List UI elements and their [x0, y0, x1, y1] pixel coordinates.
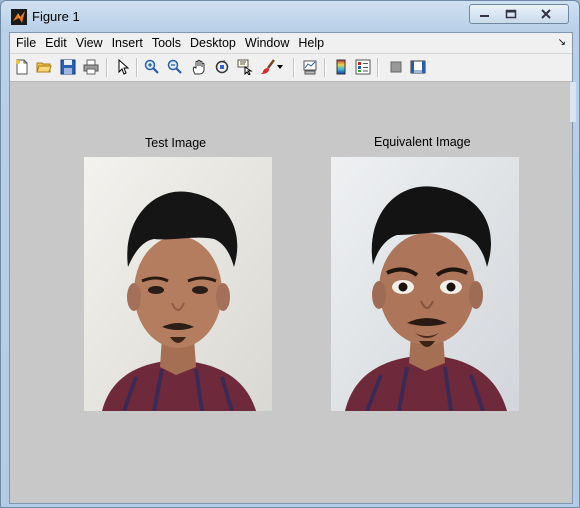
data-cursor-icon[interactable]	[236, 58, 254, 76]
save-icon[interactable]	[59, 58, 77, 76]
menu-insert[interactable]: Insert	[108, 36, 147, 50]
zoom-in-icon[interactable]	[143, 58, 161, 76]
close-icon	[541, 9, 551, 19]
menu-tools[interactable]: Tools	[148, 36, 185, 50]
figure-toolbar	[10, 54, 572, 82]
close-button[interactable]	[524, 4, 569, 24]
menu-window[interactable]: Window	[241, 36, 293, 50]
figure-client-area: File Edit View Insert Tools Desktop Wind…	[9, 32, 573, 504]
figure-canvas: Test Image Equivalent Image	[10, 82, 572, 503]
zoom-out-icon[interactable]	[166, 58, 184, 76]
maximize-button[interactable]	[498, 4, 525, 24]
dock-arrow-icon[interactable]: ↘	[558, 37, 566, 48]
print-icon[interactable]	[82, 58, 100, 76]
window-title: Figure 1	[32, 9, 80, 24]
equivalent-image-title: Equivalent Image	[374, 135, 471, 149]
maximize-icon	[505, 9, 517, 19]
figure-window: Figure 1 File Edit View Insert Tools Des…	[0, 0, 580, 508]
side-scroll-edge	[570, 82, 576, 122]
brush-dropdown-arrow-icon[interactable]	[275, 58, 285, 76]
title-bar[interactable]: Figure 1	[1, 1, 579, 33]
open-file-icon[interactable]	[35, 58, 53, 76]
rotate-3d-icon[interactable]	[213, 58, 231, 76]
matlab-app-icon	[11, 9, 27, 25]
menu-view[interactable]: View	[72, 36, 107, 50]
test-image	[84, 157, 272, 411]
edit-plot-arrow-icon[interactable]	[114, 58, 132, 76]
menu-edit[interactable]: Edit	[41, 36, 71, 50]
test-image-title: Test Image	[145, 136, 207, 150]
menu-desktop[interactable]: Desktop	[186, 36, 240, 50]
hide-plot-tools-icon[interactable]	[387, 58, 405, 76]
pan-hand-icon[interactable]	[190, 58, 208, 76]
menu-file[interactable]: File	[12, 36, 40, 50]
new-figure-icon[interactable]	[13, 58, 31, 76]
insert-legend-icon[interactable]	[354, 58, 372, 76]
menu-bar: File Edit View Insert Tools Desktop Wind…	[10, 33, 572, 54]
equivalent-image	[331, 157, 519, 411]
menu-help[interactable]: Help	[294, 36, 328, 50]
insert-colorbar-icon[interactable]	[332, 58, 350, 76]
show-plot-tools-icon[interactable]	[409, 58, 427, 76]
minimize-button[interactable]	[469, 4, 500, 24]
link-plot-icon[interactable]	[301, 58, 319, 76]
minimize-icon	[479, 15, 489, 17]
